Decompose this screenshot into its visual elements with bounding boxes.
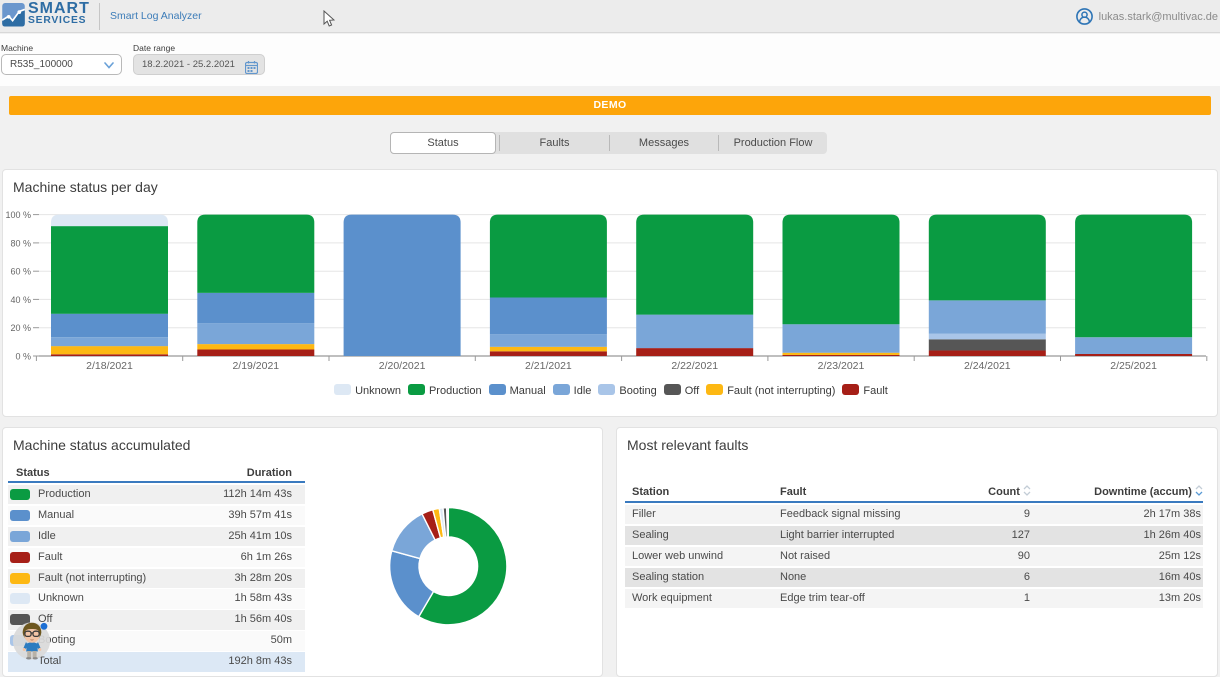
svg-text:40 %: 40 % (10, 295, 31, 305)
svg-text:60 %: 60 % (10, 267, 31, 277)
svg-text:2/21/2021: 2/21/2021 (525, 360, 572, 372)
svg-text:80 %: 80 % (10, 238, 31, 248)
svg-text:2/25/2021: 2/25/2021 (1110, 360, 1157, 372)
svg-text:2/23/2021: 2/23/2021 (818, 360, 865, 372)
svg-text:2/24/2021: 2/24/2021 (964, 360, 1011, 372)
svg-text:20 %: 20 % (10, 323, 31, 333)
svg-text:0 %: 0 % (15, 352, 31, 362)
svg-text:2/18/2021: 2/18/2021 (86, 360, 133, 372)
svg-text:100 %: 100 % (5, 210, 31, 220)
svg-text:2/22/2021: 2/22/2021 (671, 360, 718, 372)
svg-text:2/20/2021: 2/20/2021 (379, 360, 426, 372)
svg-text:2/19/2021: 2/19/2021 (232, 360, 279, 372)
